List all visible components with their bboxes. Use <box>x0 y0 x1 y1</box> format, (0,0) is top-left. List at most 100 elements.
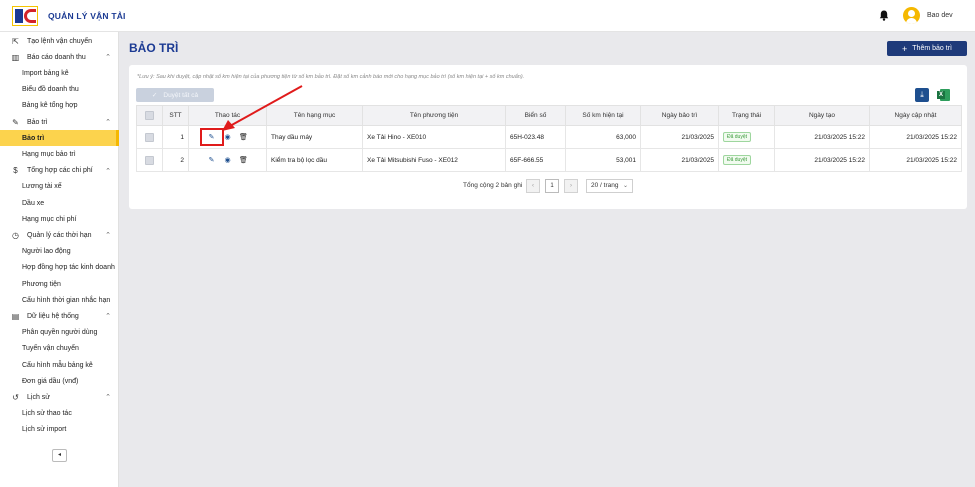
sidebar-item[interactable]: Lịch sử import <box>0 422 119 438</box>
row-created: 21/03/2025 15:22 <box>774 125 870 149</box>
edit-icon[interactable]: ✎ <box>207 156 216 165</box>
sidebar-collapse-button[interactable]: ◂ <box>52 449 67 462</box>
row-stt: 2 <box>162 148 189 172</box>
plus-icon: + <box>902 43 908 54</box>
row-maintenance-date: 21/03/2025 <box>640 148 719 172</box>
sidebar-item-label: Tạo lệnh vận chuyển <box>27 37 92 45</box>
sidebar-item[interactable]: Import bảng kê <box>0 65 119 81</box>
sidebar-item[interactable]: Phương tiện <box>0 276 119 292</box>
user-name[interactable]: Bao dev <box>927 12 953 19</box>
sidebar-group[interactable]: ↺ Lịch sử ⌃ <box>0 389 119 405</box>
sidebar-item[interactable]: Người lao động <box>0 244 119 260</box>
sidebar-item-label: Bảo trì <box>22 134 45 142</box>
approve-all-label: Duyệt tất cả <box>163 91 199 99</box>
download-icon[interactable]: ⤓ <box>915 88 929 102</box>
total-records: Tổng cộng 2 bản ghi <box>463 182 523 189</box>
logo-icon[interactable] <box>12 6 38 26</box>
sidebar-item-label: Lương tài xế <box>22 183 62 191</box>
add-maintenance-button[interactable]: + Thêm bảo trì <box>887 41 967 56</box>
sidebar-item-label: Bảng kê tổng hợp <box>22 102 78 110</box>
chart-icon: ▥ <box>11 52 20 62</box>
sidebar-item-label: Dữ liệu hệ thống <box>27 312 79 320</box>
sidebar-item[interactable]: Lương tài xế <box>0 179 119 195</box>
sidebar-group[interactable]: ✎ Bảo trì ⌃ <box>0 114 119 130</box>
row-actions: ✎ ◉ 🗑 <box>188 148 267 172</box>
col-updated: Ngày cập nhật <box>869 105 962 126</box>
pagination: Tổng cộng 2 bản ghi ‹ 1 › 20 / trang ⌄ <box>129 179 967 193</box>
sidebar-group[interactable]: ⇱ Tạo lệnh vận chuyển <box>0 33 119 49</box>
sidebar-group[interactable]: $ Tổng hợp các chi phí ⌃ <box>0 163 119 179</box>
history-icon: ↺ <box>12 392 19 402</box>
check-icon: ✓ <box>151 92 158 99</box>
sidebar-item[interactable]: Cấu hình thời gian nhắc hạn <box>0 292 119 308</box>
collapse-icon: ◂ <box>57 452 61 458</box>
delete-icon[interactable]: 🗑 <box>239 156 248 165</box>
sidebar-item-label: Biểu đồ doanh thu <box>22 86 79 94</box>
excel-icon[interactable]: X <box>937 88 951 102</box>
sidebar-item-label: Lịch sử thao tác <box>22 410 72 418</box>
chevron-down-icon: ⌄ <box>622 183 628 189</box>
chevron-up-icon: ⌃ <box>105 394 111 402</box>
sidebar-item[interactable]: Hạng mục bảo trì <box>0 146 119 162</box>
row-checkbox[interactable] <box>136 125 163 149</box>
approve-all-button[interactable]: ✓ Duyệt tất cả <box>136 88 214 102</box>
sidebar-item[interactable]: Dầu xe <box>0 195 119 211</box>
approval-note: *Lưu ý: Sau khi duyệt, cập nhật số km hi… <box>137 74 525 80</box>
row-status: Đã duyệt <box>718 125 775 149</box>
chevron-up-icon: ⌃ <box>105 54 111 62</box>
view-icon[interactable]: ◉ <box>223 156 232 165</box>
row-checkbox[interactable] <box>136 148 163 172</box>
next-page-button[interactable]: › <box>564 179 578 193</box>
chevron-up-icon: ⌃ <box>105 313 111 321</box>
sidebar-item-label: Báo cáo doanh thu <box>27 53 86 61</box>
sidebar-item[interactable]: Tuyến vận chuyển <box>0 341 119 357</box>
wrench-icon: ✎ <box>12 117 19 127</box>
sidebar-group[interactable]: ◷ Quản lý các thời hạn ⌃ <box>0 227 119 243</box>
select-all-checkbox[interactable] <box>136 105 163 126</box>
sidebar-item[interactable]: Phân quyền người dùng <box>0 325 119 341</box>
status-badge: Đã duyệt <box>723 155 752 165</box>
page-title: BẢO TRÌ <box>129 41 179 55</box>
sidebar-item[interactable]: Hạng mục chi phí <box>0 211 119 227</box>
col-current-km: Số km hiện tại <box>565 105 641 126</box>
app-title: QUẢN LÝ VẬN TẢI <box>48 11 126 21</box>
sidebar-item-label: Lịch sử <box>27 393 50 401</box>
sidebar-item[interactable]: Cấu hình mẫu bảng kê <box>0 357 119 373</box>
table-row[interactable]: 2 ✎ ◉ 🗑 Kiểm tra bộ lọc dầu Xe Tải Mitsu… <box>136 148 962 172</box>
row-updated: 21/03/2025 15:22 <box>869 125 962 149</box>
chevron-up-icon: ⌃ <box>105 232 111 240</box>
sidebar-item-label: Tổng hợp các chi phí <box>27 167 93 175</box>
sidebar-item[interactable]: Biểu đồ doanh thu <box>0 82 119 98</box>
sidebar-group[interactable]: ▥ Báo cáo doanh thu ⌃ <box>0 49 119 65</box>
sidebar-item-label: Import bảng kê <box>22 69 69 77</box>
sidebar-item[interactable]: Lịch sử thao tác <box>0 406 119 422</box>
database-icon: ▤ <box>11 311 20 321</box>
sidebar-item[interactable]: Đơn giá dầu (vnđ) <box>0 373 119 389</box>
top-header: QUẢN LÝ VẬN TẢI Bao dev <box>0 0 975 32</box>
sidebar-item-label: Cấu hình mẫu bảng kê <box>22 361 93 369</box>
prev-page-button[interactable]: ‹ <box>526 179 540 193</box>
page-size-select[interactable]: 20 / trang ⌄ <box>586 179 633 193</box>
sidebar: ⇱ Tạo lệnh vận chuyển ▥ Báo cáo doanh thu ⌃ I… <box>0 32 119 487</box>
sidebar-item[interactable]: Bảng kê tổng hợp <box>0 98 119 114</box>
row-current-km: 63,000 <box>565 125 641 149</box>
sidebar-item-label: Hạng mục bảo trì <box>22 150 76 158</box>
col-status: Trạng thái <box>718 105 775 126</box>
bell-icon[interactable] <box>879 10 889 21</box>
sidebar-item[interactable]: Bảo trì <box>0 130 119 147</box>
sidebar-item-label: Phương tiện <box>22 280 61 288</box>
sidebar-item-label: Hạng mục chi phí <box>22 215 77 223</box>
user-avatar[interactable] <box>903 7 920 24</box>
page-number[interactable]: 1 <box>545 179 559 193</box>
sidebar-item-label: Lịch sử import <box>22 426 67 434</box>
dollar-icon: $ <box>13 166 18 176</box>
chevron-up-icon: ⌃ <box>105 119 111 126</box>
add-maintenance-label: Thêm bảo trì <box>912 45 952 52</box>
page-size-value: 20 / trang <box>591 182 619 189</box>
row-created: 21/03/2025 15:22 <box>774 148 870 172</box>
sidebar-item-label: Tuyến vận chuyển <box>22 345 79 353</box>
sidebar-item-label: Bảo trì <box>27 118 48 126</box>
sidebar-group[interactable]: ▤ Dữ liệu hệ thống ⌃ <box>0 308 119 324</box>
sidebar-item[interactable]: Hợp đồng hợp tác kinh doanh <box>0 260 119 276</box>
sidebar-item-label: Quản lý các thời hạn <box>27 231 92 239</box>
